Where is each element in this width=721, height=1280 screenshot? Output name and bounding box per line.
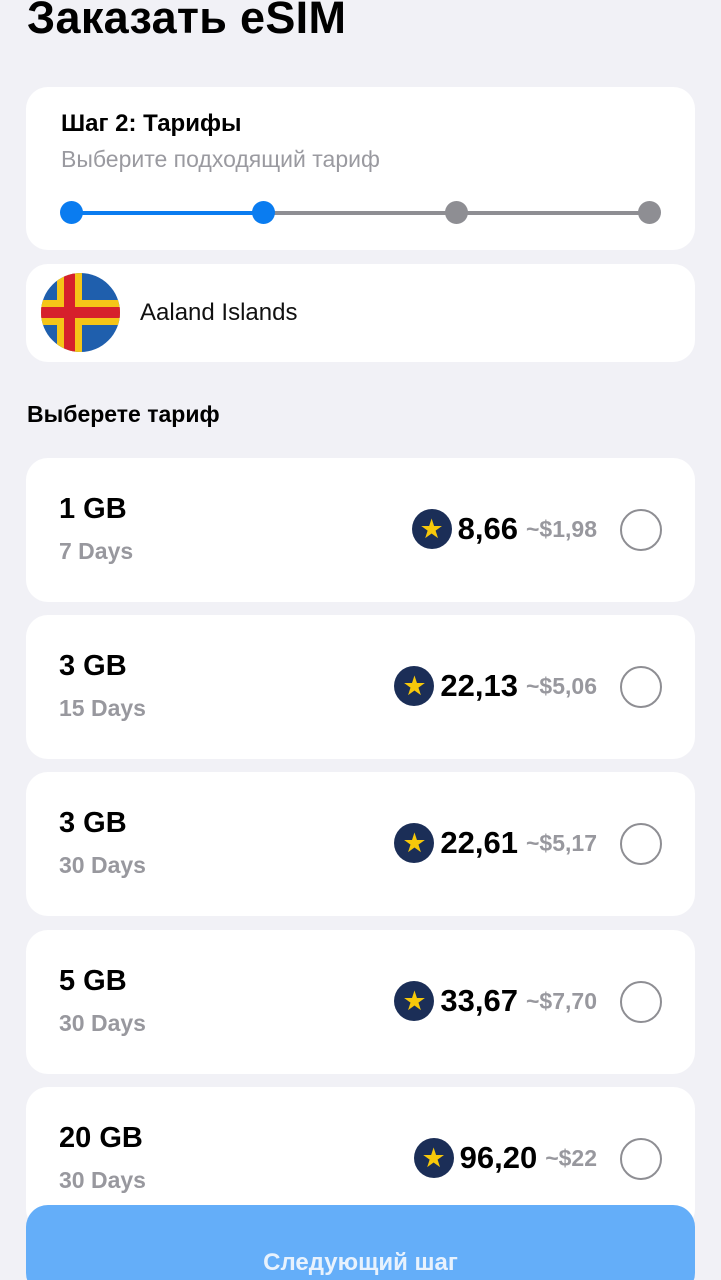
- progress-step-dot: [59, 201, 83, 224]
- plan-data-amount: 5 GB: [59, 965, 127, 997]
- plan-usd-price: ~$5,06: [526, 673, 597, 699]
- plan-stars-price: 22,13: [440, 668, 518, 703]
- plan-radio[interactable]: [620, 981, 662, 1023]
- plan-data-amount: 3 GB: [59, 807, 127, 839]
- plan-radio[interactable]: [620, 666, 662, 708]
- plan-stars-price: 8,66: [457, 511, 518, 546]
- plan-price: ★ 22,13 ~$5,06: [394, 665, 597, 707]
- page-title: Заказать eSIM: [27, 0, 347, 43]
- plan-duration: 7 Days: [59, 538, 134, 564]
- plan-duration: 30 Days: [59, 852, 146, 878]
- country-card: Aaland Islands: [26, 264, 695, 362]
- plan-usd-price: ~$5,17: [526, 830, 597, 856]
- progress-step-dot: [444, 201, 468, 224]
- progress-step-dot: [637, 201, 661, 224]
- plan-radio[interactable]: [620, 823, 662, 865]
- telegram-star-icon: ★: [394, 666, 435, 706]
- step-progress: [59, 201, 661, 224]
- progress-fill: [71, 211, 264, 215]
- aland-islands-flag-icon: [41, 273, 120, 352]
- telegram-star-icon: ★: [413, 1138, 454, 1178]
- plan-data-amount: 3 GB: [59, 650, 127, 682]
- plan-stars-price: 96,20: [459, 1140, 538, 1175]
- plan-duration: 30 Days: [59, 1010, 146, 1036]
- plan-usd-price: ~$7,70: [526, 988, 597, 1014]
- plan-price: ★ 33,67 ~$7,70: [394, 980, 597, 1022]
- plan-price: ★ 96,20 ~$22: [413, 1137, 597, 1179]
- country-name: Aaland Islands: [140, 299, 298, 326]
- plan-card[interactable]: 5 GB 30 Days ★ 33,67 ~$7,70: [26, 930, 695, 1074]
- step-title: Шаг 2: Тарифы: [61, 110, 242, 137]
- plan-card[interactable]: 1 GB 7 Days ★ 8,66 ~$1,98: [26, 458, 695, 602]
- plan-price: ★ 8,66 ~$1,98: [411, 508, 597, 550]
- plan-stars-price: 22,61: [440, 825, 518, 860]
- plan-radio[interactable]: [620, 509, 662, 551]
- section-label: Выберете тариф: [27, 401, 220, 427]
- plan-usd-price: ~$22: [545, 1145, 597, 1171]
- plan-data-amount: 1 GB: [59, 493, 127, 525]
- step-subtitle: Выберите подходящий тариф: [61, 146, 380, 172]
- plan-stars-price: 33,67: [440, 983, 518, 1018]
- plan-radio[interactable]: [620, 1138, 662, 1180]
- progress-step-dot: [252, 201, 276, 224]
- plan-duration: 30 Days: [59, 1167, 146, 1193]
- plan-price: ★ 22,61 ~$5,17: [394, 822, 597, 864]
- telegram-star-icon: ★: [411, 509, 452, 549]
- next-step-button[interactable]: Следующий шаг: [26, 1205, 695, 1280]
- plan-duration: 15 Days: [59, 695, 146, 721]
- plan-card[interactable]: 3 GB 30 Days ★ 22,61 ~$5,17: [26, 772, 695, 916]
- plan-card[interactable]: 3 GB 15 Days ★ 22,13 ~$5,06: [26, 615, 695, 759]
- telegram-star-icon: ★: [394, 981, 435, 1021]
- telegram-star-icon: ★: [394, 823, 435, 863]
- plan-usd-price: ~$1,98: [526, 516, 597, 542]
- plan-data-amount: 20 GB: [59, 1122, 143, 1154]
- step-card: Шаг 2: Тарифы Выберите подходящий тариф: [26, 87, 695, 250]
